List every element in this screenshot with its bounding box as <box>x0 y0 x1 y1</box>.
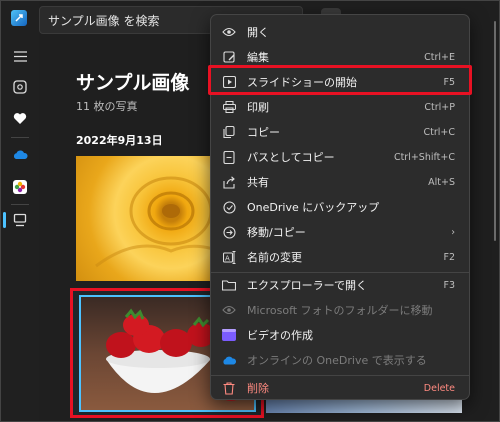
rename-icon: A <box>221 249 237 265</box>
menu-item-shortcut: Delete <box>423 382 455 394</box>
eye-disabled-icon <box>221 302 237 318</box>
printer-icon <box>221 99 237 115</box>
menu-item-label: OneDrive にバックアップ <box>247 201 380 214</box>
video-editor-icon <box>221 327 237 343</box>
menu-item-open-in-explorer[interactable]: エクスプローラーで開く F3 <box>215 273 465 297</box>
svg-text:A: A <box>225 254 230 262</box>
menu-item-shortcut: Ctrl+C <box>423 126 456 138</box>
gallery-icon[interactable] <box>8 76 32 98</box>
trash-icon <box>221 380 237 396</box>
menu-item-label: 印刷 <box>247 101 269 114</box>
share-icon <box>221 174 237 190</box>
highlight-annotation-box <box>208 65 472 95</box>
menu-item-shortcut: Ctrl+P <box>424 101 455 113</box>
menu-item-label: パスとしてコピー <box>247 151 335 164</box>
menu-item-copy-as-path[interactable]: パスとしてコピー Ctrl+Shift+C <box>215 145 465 169</box>
move-icon <box>221 224 237 240</box>
menu-item-shortcut: Ctrl+Shift+C <box>393 151 455 163</box>
chevron-right-icon: › <box>451 226 455 238</box>
menu-item-open[interactable]: 開く <box>215 20 465 44</box>
menu-item-label: Microsoft フォトのフォルダーに移動 <box>247 304 433 317</box>
this-pc-icon[interactable] <box>8 209 32 231</box>
icloud-photos-icon[interactable] <box>8 176 32 198</box>
menu-item-label: エクスプローラーで開く <box>247 279 368 292</box>
menu-item-label: 名前の変更 <box>247 251 302 264</box>
menu-item-label: コピー <box>247 126 280 139</box>
menu-item-label: 開く <box>247 26 269 39</box>
scrollbar[interactable] <box>494 21 496 241</box>
menu-item-label: 共有 <box>247 176 269 189</box>
page-title: サンプル画像 <box>76 72 190 94</box>
menu-item-print[interactable]: 印刷 Ctrl+P <box>215 95 465 119</box>
eye-icon <box>221 24 237 40</box>
favorites-heart-icon[interactable] <box>8 107 32 129</box>
menu-item-go-to-folder[interactable]: Microsoft フォトのフォルダーに移動 <box>215 298 465 322</box>
sync-icon <box>221 199 237 215</box>
photos-app-logo-icon <box>11 10 27 26</box>
menu-item-backup-onedrive[interactable]: OneDrive にバックアップ <box>215 195 465 219</box>
menu-item-label: ビデオの作成 <box>247 329 313 342</box>
onedrive-cloud-icon[interactable] <box>8 144 32 166</box>
menu-item-label: 移動/コピー <box>247 226 306 239</box>
menu-item-shortcut: Ctrl+E <box>424 51 455 63</box>
edit-image-icon <box>221 49 237 65</box>
navigation-rail <box>1 1 39 421</box>
menu-item-delete[interactable]: 削除 Delete <box>215 376 465 400</box>
menu-item-label: 編集 <box>247 51 269 64</box>
menu-item-view-onedrive-online[interactable]: オンラインの OneDrive で表示する <box>215 348 465 372</box>
photo-count: 11 枚の写真 <box>76 100 138 113</box>
folder-icon <box>221 277 237 293</box>
menu-item-move-copy[interactable]: 移動/コピー › <box>215 220 465 244</box>
menu-item-shortcut: F3 <box>443 279 455 291</box>
rail-divider <box>11 204 29 205</box>
menu-item-label: 削除 <box>247 382 269 395</box>
menu-item-copy[interactable]: コピー Ctrl+C <box>215 120 465 144</box>
menu-item-shortcut: Alt+S <box>428 176 455 188</box>
date-group-label: 2022年9月13日 <box>76 134 163 147</box>
menu-item-share[interactable]: 共有 Alt+S <box>215 170 465 194</box>
hamburger-menu-icon[interactable] <box>8 45 32 67</box>
menu-item-label: オンラインの OneDrive で表示する <box>247 354 427 367</box>
menu-item-shortcut: F2 <box>443 251 455 263</box>
photos-window: サンプル画像 11 枚の写真 2022年9月13日 <box>0 0 500 422</box>
menu-item-rename[interactable]: A 名前の変更 F2 <box>215 245 465 269</box>
selected-indicator <box>3 212 6 228</box>
cloud-icon <box>221 352 237 368</box>
copy-icon <box>221 124 237 140</box>
menu-item-create-video[interactable]: ビデオの作成 <box>215 323 465 347</box>
copy-path-icon <box>221 149 237 165</box>
rail-divider <box>11 137 29 138</box>
